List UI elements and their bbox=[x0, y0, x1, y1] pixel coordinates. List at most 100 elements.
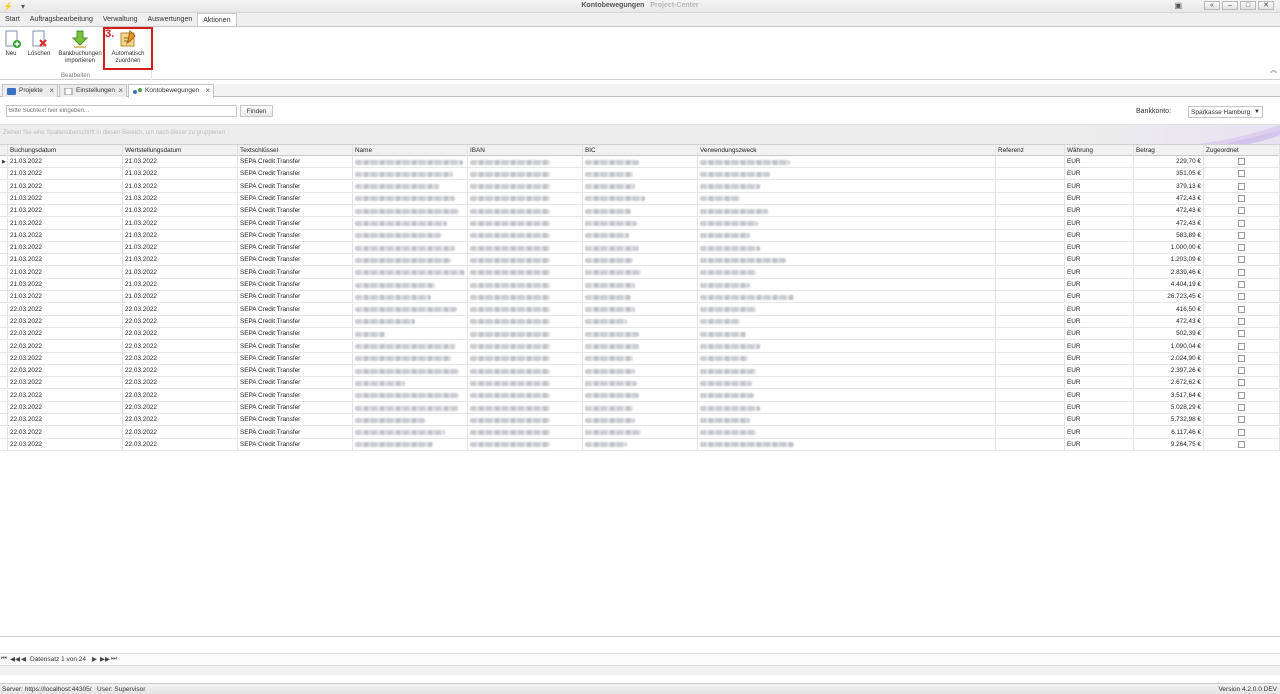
cell-verwendungszweck[interactable] bbox=[698, 426, 996, 439]
cell-verwendungszweck[interactable] bbox=[698, 414, 996, 427]
row-indicator-cell[interactable] bbox=[0, 315, 8, 328]
cell-bic[interactable] bbox=[583, 303, 698, 316]
assigned-checkbox[interactable] bbox=[1238, 305, 1245, 313]
ribbon-tab-aktionen[interactable]: Aktionen bbox=[197, 13, 237, 26]
cell-bic[interactable] bbox=[583, 365, 698, 378]
collapse-ribbon-icon[interactable]: ︽ bbox=[1270, 65, 1277, 75]
last-record-icon[interactable]: ⏭ bbox=[111, 655, 117, 663]
cell-zugeordnet[interactable] bbox=[1204, 365, 1280, 378]
cell-betrag[interactable]: 1.000,00 € bbox=[1134, 242, 1204, 255]
cell-betrag[interactable]: 502,39 € bbox=[1134, 328, 1204, 341]
cell-wertstellungsdatum[interactable]: 22.03.2022 bbox=[123, 340, 238, 353]
cell-buchungsdatum[interactable]: 21.03.2022 bbox=[8, 291, 123, 304]
cell-name[interactable] bbox=[353, 229, 468, 242]
cell-wertstellungsdatum[interactable]: 21.03.2022 bbox=[123, 180, 238, 193]
cell-waehrung[interactable]: EUR bbox=[1065, 205, 1134, 218]
cell-wertstellungsdatum[interactable]: 21.03.2022 bbox=[123, 242, 238, 255]
cell-name[interactable] bbox=[353, 340, 468, 353]
row-indicator-cell[interactable] bbox=[0, 266, 8, 279]
cell-textschluessel[interactable]: SEPA Credit Transfer bbox=[238, 279, 353, 291]
cell-zugeordnet[interactable] bbox=[1204, 266, 1280, 279]
cell-verwendungszweck[interactable] bbox=[698, 192, 996, 205]
cell-name[interactable] bbox=[353, 242, 468, 255]
row-indicator-cell[interactable] bbox=[0, 192, 8, 205]
assigned-checkbox[interactable] bbox=[1238, 379, 1245, 387]
cell-betrag[interactable]: 6.117,46 € bbox=[1134, 426, 1204, 439]
cell-buchungsdatum[interactable]: 22.03.2022 bbox=[8, 340, 123, 353]
table-row[interactable]: 22.03.2022 22.03.2022 SEPA Credit Transfer… bbox=[0, 352, 1280, 365]
table-row[interactable]: 21.03.2022 21.03.2022 SEPA Credit Transfer… bbox=[0, 180, 1280, 193]
table-row[interactable]: 21.03.2022 21.03.2022 SEPA Credit Transfer… bbox=[0, 242, 1280, 255]
cell-waehrung[interactable]: EUR bbox=[1065, 279, 1134, 291]
delete-button[interactable]: Löschen bbox=[26, 29, 52, 58]
cell-textschluessel[interactable]: SEPA Credit Transfer bbox=[238, 315, 353, 328]
cell-iban[interactable] bbox=[468, 291, 583, 304]
next-page-icon[interactable]: ▶▶ bbox=[100, 655, 110, 663]
assigned-checkbox[interactable] bbox=[1238, 281, 1245, 288]
cell-buchungsdatum[interactable]: 21.03.2022 bbox=[8, 168, 123, 181]
cell-bic[interactable] bbox=[583, 156, 698, 168]
restore-button[interactable]: « bbox=[1204, 1, 1220, 10]
cell-zugeordnet[interactable] bbox=[1204, 402, 1280, 414]
cell-textschluessel[interactable]: SEPA Credit Transfer bbox=[238, 340, 353, 353]
cell-wertstellungsdatum[interactable]: 22.03.2022 bbox=[123, 426, 238, 439]
cell-waehrung[interactable]: EUR bbox=[1065, 192, 1134, 205]
table-row[interactable]: 21.03.2022 21.03.2022 SEPA Credit Transfer… bbox=[0, 205, 1280, 218]
cell-zugeordnet[interactable] bbox=[1204, 217, 1280, 230]
row-indicator-cell[interactable] bbox=[0, 279, 8, 291]
cell-iban[interactable] bbox=[468, 217, 583, 230]
cell-wertstellungsdatum[interactable]: 22.03.2022 bbox=[123, 377, 238, 390]
cell-verwendungszweck[interactable] bbox=[698, 352, 996, 365]
cell-name[interactable] bbox=[353, 168, 468, 181]
cell-wertstellungsdatum[interactable]: 21.03.2022 bbox=[123, 192, 238, 205]
cell-referenz[interactable] bbox=[996, 242, 1065, 255]
assigned-checkbox[interactable] bbox=[1238, 170, 1245, 178]
cell-waehrung[interactable]: EUR bbox=[1065, 291, 1134, 304]
cell-waehrung[interactable]: EUR bbox=[1065, 229, 1134, 242]
table-row[interactable]: 22.03.2022 22.03.2022 SEPA Credit Transfer… bbox=[0, 340, 1280, 353]
cell-iban[interactable] bbox=[468, 192, 583, 205]
cell-name[interactable] bbox=[353, 328, 468, 341]
table-row[interactable]: 21.03.2022 21.03.2022 SEPA Credit Transfer… bbox=[0, 266, 1280, 279]
close-tab-einstellungen-icon[interactable]: × bbox=[118, 85, 123, 97]
find-button[interactable]: Finden bbox=[240, 105, 273, 117]
cell-verwendungszweck[interactable] bbox=[698, 217, 996, 230]
cell-wertstellungsdatum[interactable]: 22.03.2022 bbox=[123, 328, 238, 341]
cell-textschluessel[interactable]: SEPA Credit Transfer bbox=[238, 217, 353, 230]
cell-referenz[interactable] bbox=[996, 328, 1065, 341]
cell-textschluessel[interactable]: SEPA Credit Transfer bbox=[238, 303, 353, 316]
cell-textschluessel[interactable]: SEPA Credit Transfer bbox=[238, 365, 353, 378]
row-indicator-cell[interactable] bbox=[0, 205, 8, 218]
next-record-icon[interactable]: ▶ bbox=[92, 655, 97, 663]
cell-referenz[interactable] bbox=[996, 168, 1065, 181]
cell-name[interactable] bbox=[353, 156, 468, 168]
cell-referenz[interactable] bbox=[996, 340, 1065, 353]
cell-betrag[interactable]: 2.672,62 € bbox=[1134, 377, 1204, 390]
cell-verwendungszweck[interactable] bbox=[698, 315, 996, 328]
cell-betrag[interactable]: 472,43 € bbox=[1134, 315, 1204, 328]
cell-betrag[interactable]: 2.839,46 € bbox=[1134, 266, 1204, 279]
cell-iban[interactable] bbox=[468, 352, 583, 365]
cell-iban[interactable] bbox=[468, 303, 583, 316]
cell-zugeordnet[interactable] bbox=[1204, 414, 1280, 427]
assigned-checkbox[interactable] bbox=[1238, 428, 1245, 436]
cell-zugeordnet[interactable] bbox=[1204, 205, 1280, 218]
cell-wertstellungsdatum[interactable]: 22.03.2022 bbox=[123, 414, 238, 427]
cell-verwendungszweck[interactable] bbox=[698, 279, 996, 291]
cell-betrag[interactable]: 2.024,90 € bbox=[1134, 352, 1204, 365]
cell-textschluessel[interactable]: SEPA Credit Transfer bbox=[238, 377, 353, 390]
cell-buchungsdatum[interactable]: 22.03.2022 bbox=[8, 402, 123, 414]
cell-textschluessel[interactable]: SEPA Credit Transfer bbox=[238, 254, 353, 267]
cell-zugeordnet[interactable] bbox=[1204, 315, 1280, 328]
doc-tab-einstellungen[interactable]: Einstellungen × bbox=[59, 84, 127, 97]
cell-iban[interactable] bbox=[468, 205, 583, 218]
cell-iban[interactable] bbox=[468, 254, 583, 267]
cell-name[interactable] bbox=[353, 180, 468, 193]
cell-waehrung[interactable]: EUR bbox=[1065, 389, 1134, 402]
cell-referenz[interactable] bbox=[996, 389, 1065, 402]
table-row[interactable]: 21.03.2022 21.03.2022 SEPA Credit Transfer… bbox=[0, 254, 1280, 267]
cell-buchungsdatum[interactable]: 22.03.2022 bbox=[8, 365, 123, 378]
bank-account-select[interactable]: Sparkasse Hamburg ▼ bbox=[1188, 106, 1263, 118]
assigned-checkbox[interactable] bbox=[1238, 182, 1245, 190]
table-row[interactable]: 22.03.2022 22.03.2022 SEPA Credit Transfer… bbox=[0, 365, 1280, 378]
